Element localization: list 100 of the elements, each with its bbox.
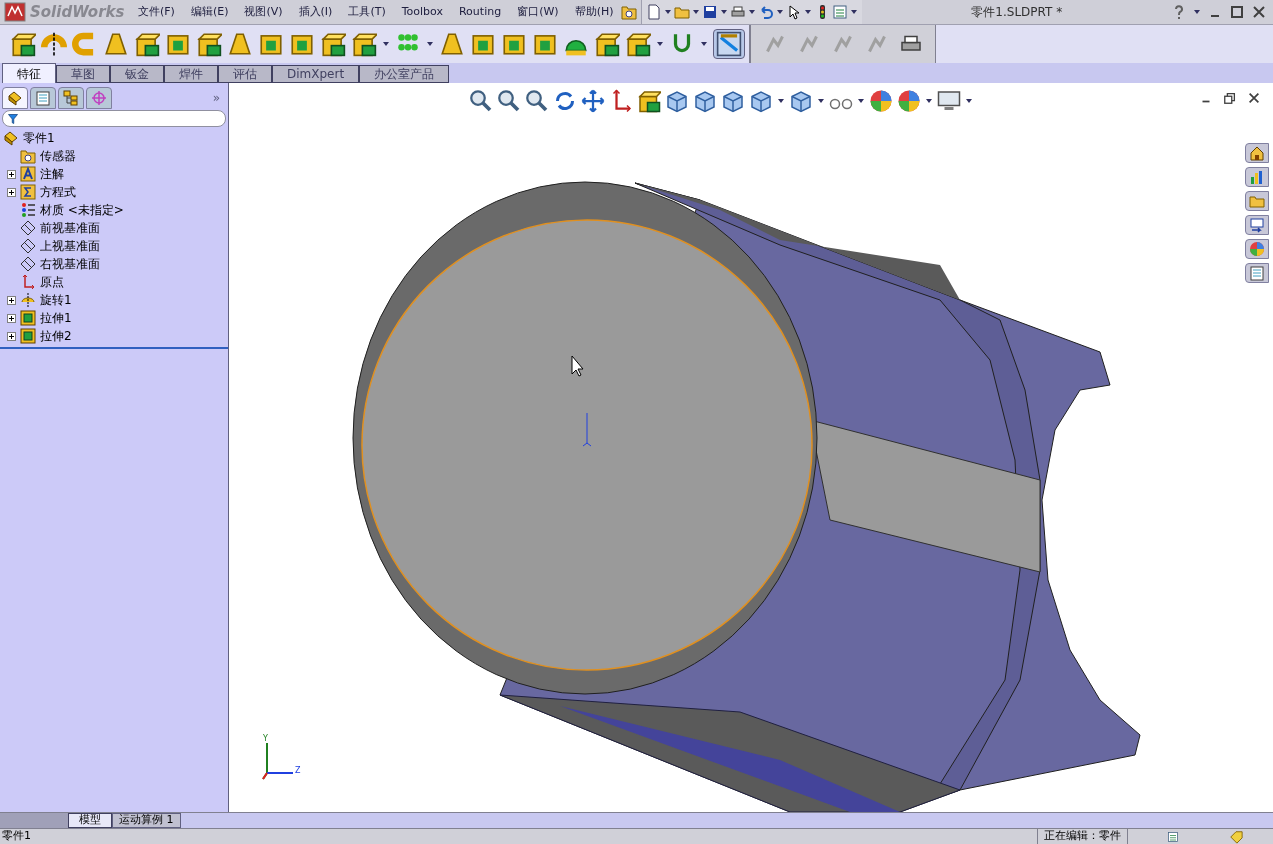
- extrude-icon: [20, 310, 36, 326]
- tree-item[interactable]: 材质 <未指定>: [40, 201, 124, 219]
- filter-field[interactable]: [2, 110, 226, 127]
- close-icon[interactable]: [1251, 4, 1267, 20]
- color-ball-icon[interactable]: [897, 89, 921, 113]
- document-icon: [1249, 265, 1265, 281]
- zoom-area-icon[interactable]: [497, 89, 521, 113]
- origin-marker-icon: [582, 412, 592, 447]
- extruded-box-icon[interactable]: [10, 31, 36, 57]
- tree-item[interactable]: 上视基准面: [40, 237, 100, 255]
- plane-icon: [20, 238, 36, 254]
- command-tab[interactable]: 钣金: [110, 65, 164, 83]
- menu-item[interactable]: 视图(V): [236, 3, 291, 21]
- menu-item[interactable]: 插入(I): [290, 3, 341, 21]
- tree-icon: [63, 90, 79, 106]
- close-icon[interactable]: [1247, 91, 1261, 105]
- logo-icon: [4, 2, 26, 22]
- open-box-icon[interactable]: [134, 31, 160, 57]
- task-pane-tab[interactable]: [1245, 263, 1269, 283]
- arc-icon[interactable]: [41, 31, 67, 57]
- panel-tab[interactable]: [30, 87, 56, 109]
- monitor-icon[interactable]: [937, 89, 961, 113]
- clipboard-icon: [35, 90, 51, 106]
- command-tab[interactable]: 评估: [218, 65, 272, 83]
- color-ball-icon: [1249, 241, 1265, 257]
- folder-letter-icon: [20, 166, 36, 182]
- menu-item[interactable]: Routing: [450, 3, 510, 21]
- task-pane-tab[interactable]: [1245, 215, 1269, 235]
- panel-icon: [1249, 217, 1265, 233]
- measure-button[interactable]: [713, 29, 745, 59]
- undo-icon[interactable]: [758, 4, 775, 20]
- zoom-to-fit-icon[interactable]: [469, 89, 493, 113]
- cube-icon[interactable]: [749, 89, 773, 113]
- plane-icon: [20, 256, 36, 272]
- cube-icon[interactable]: [665, 89, 689, 113]
- app-logo-text: SolidWorks: [30, 1, 125, 23]
- cone-icon[interactable]: [103, 31, 129, 57]
- tree-item[interactable]: 右视基准面: [40, 255, 100, 273]
- color-ball-icon[interactable]: [869, 89, 893, 113]
- pan-icon[interactable]: [581, 89, 605, 113]
- window-title: 零件1.SLDPRT *: [970, 4, 1064, 21]
- expand-toggle[interactable]: [7, 187, 16, 197]
- list-dots-icon: [20, 202, 36, 218]
- axis-triad-drawing: Y Z: [259, 733, 309, 783]
- mouse-cursor-icon: [571, 355, 584, 377]
- folder-sigma-icon: [20, 184, 36, 200]
- tree-item[interactable]: 前视基准面: [40, 219, 100, 237]
- save-icon[interactable]: [702, 4, 719, 20]
- expand-toggle[interactable]: [7, 169, 16, 179]
- tree-item[interactable]: 传感器: [40, 147, 76, 165]
- new-document-icon[interactable]: [646, 4, 663, 20]
- axes-icon: [20, 274, 36, 290]
- tag-icon[interactable]: [1229, 829, 1243, 844]
- open-box-icon[interactable]: [320, 31, 346, 57]
- menu-item[interactable]: Toolbox: [393, 3, 451, 21]
- revolve-icon: [20, 292, 36, 308]
- crosshair-icon: [91, 90, 107, 106]
- menu-item[interactable]: 工具(T): [340, 3, 394, 21]
- command-tab[interactable]: 焊件: [164, 65, 218, 83]
- menu-item[interactable]: 编辑(E): [182, 3, 237, 21]
- folder-gauge-icon: [20, 148, 36, 164]
- model-tab[interactable]: 运动算例 1: [112, 813, 181, 828]
- tree-item[interactable]: 拉伸1: [40, 309, 72, 327]
- status-mode: 正在编辑：零件: [1037, 828, 1127, 844]
- panel-tab[interactable]: [2, 87, 28, 109]
- tree-item[interactable]: 注解: [40, 165, 64, 183]
- command-tab[interactable]: 办公室产品: [359, 65, 450, 83]
- panel-tab[interactable]: [58, 87, 84, 109]
- command-tab[interactable]: 草图: [56, 65, 110, 83]
- rotate-icon[interactable]: [553, 89, 577, 113]
- tree-item[interactable]: 方程式: [40, 183, 76, 201]
- part-icon: [7, 90, 23, 106]
- restore-icon[interactable]: [1223, 91, 1237, 105]
- task-pane-tab[interactable]: [1245, 167, 1269, 187]
- home-icon: [1249, 145, 1265, 161]
- model-tab[interactable]: 模型: [68, 813, 112, 828]
- menu-item[interactable]: 文件(F): [130, 3, 183, 21]
- tree-item[interactable]: 拉伸2: [40, 327, 72, 345]
- maximize-icon[interactable]: [1229, 4, 1245, 20]
- cube-icon[interactable]: [721, 89, 745, 113]
- expand-toggle[interactable]: [7, 295, 16, 305]
- menu-item[interactable]: 窗口(W): [509, 3, 567, 21]
- task-pane-tab[interactable]: [1245, 143, 1269, 163]
- printer-icon[interactable]: [730, 4, 747, 20]
- checklist-icon[interactable]: [832, 4, 849, 20]
- command-tab[interactable]: DimXpert: [272, 65, 360, 83]
- task-pane-tab[interactable]: [1245, 239, 1269, 259]
- tree-item[interactable]: 旋转1: [40, 291, 72, 309]
- expand-toggle[interactable]: [7, 313, 16, 323]
- status-document: 零件1: [1, 828, 31, 844]
- expand-panel-button[interactable]: »: [212, 89, 220, 107]
- menu-item[interactable]: 帮助(H): [566, 3, 622, 21]
- cube-icon[interactable]: [693, 89, 717, 113]
- bar-chart-icon: [1249, 169, 1265, 185]
- cube-icon[interactable]: [789, 89, 813, 113]
- tree-item[interactable]: 零件1: [23, 129, 55, 147]
- command-tab[interactable]: 特征: [2, 63, 56, 83]
- tree-item[interactable]: 原点: [40, 273, 64, 291]
- expand-toggle[interactable]: [7, 331, 16, 341]
- part-icon[interactable]: [3, 130, 19, 146]
